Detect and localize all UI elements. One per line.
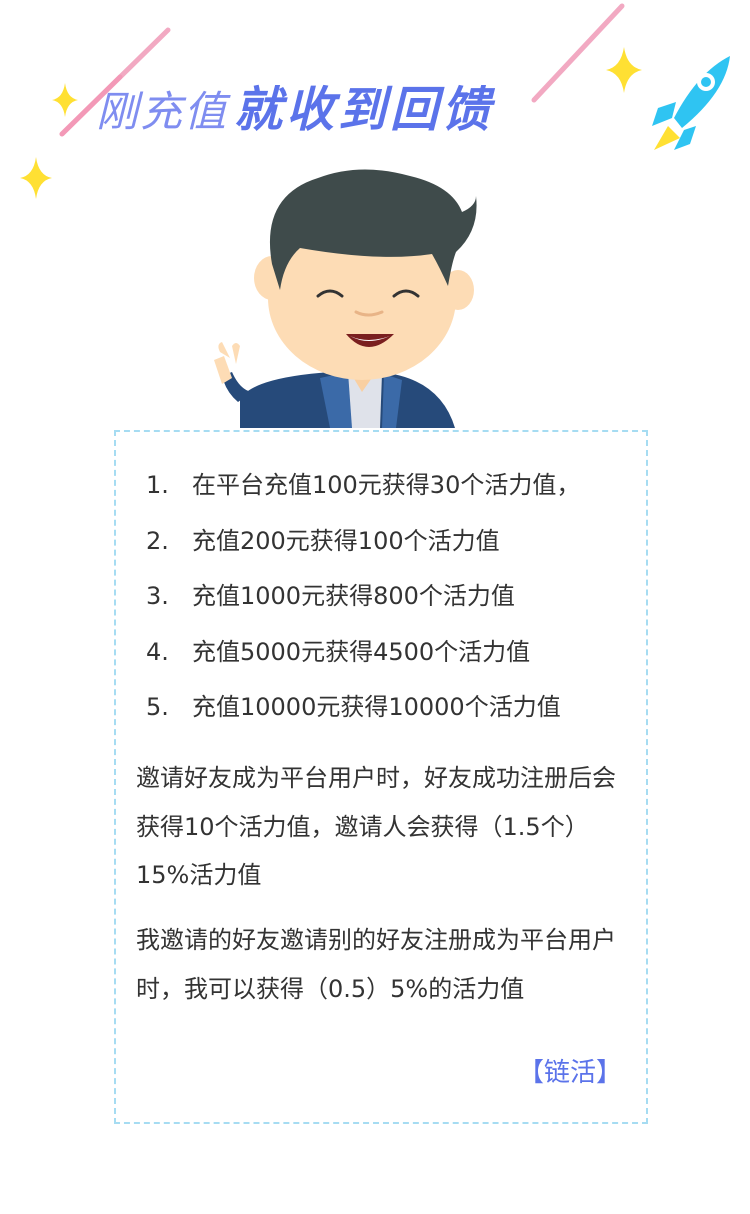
second-level-rule-text: 我邀请的好友邀请别的好友注册成为平台用户时，我可以获得（0.5）5%的活力值 bbox=[136, 926, 616, 1003]
list-item: 5. 充值10000元获得10000个活力值 bbox=[146, 692, 580, 748]
list-item-text: 充值5000元获得4500个活力值 bbox=[192, 637, 531, 666]
sparkle-icon bbox=[606, 47, 642, 93]
rocket-icon bbox=[652, 56, 730, 150]
list-item-text: 在平台充值100元获得30个活力值， bbox=[192, 471, 581, 499]
link-huo-link[interactable]: 【链活】 bbox=[518, 1052, 622, 1089]
list-item-number: 5. bbox=[146, 693, 169, 721]
title-bold: 就收到回馈 bbox=[234, 82, 495, 138]
cartoon-man-illustration bbox=[214, 169, 477, 428]
reward-list: 1. 在平台充值100元获得30个活力值， 2. 充值200元获得100个活力值 3… bbox=[146, 470, 580, 748]
sparkle-icon bbox=[20, 157, 52, 199]
title-light: 刚充值 bbox=[96, 87, 229, 136]
page-title: 刚充值 就收到回馈 bbox=[96, 86, 494, 134]
list-item-number: 3. bbox=[146, 582, 169, 610]
list-item-number: 4. bbox=[146, 637, 169, 666]
list-item-text: 充值10000元获得10000个活力值 bbox=[192, 693, 561, 721]
list-item-text: 充值200元获得100个活力值 bbox=[192, 526, 500, 555]
invite-rule-text: 邀请好友成为平台用户时，好友成功注册后会获得10个活力值，邀请人会获得（1.5个… bbox=[136, 764, 616, 889]
list-item-number: 2. bbox=[146, 526, 169, 555]
list-item-number: 1. bbox=[146, 471, 169, 499]
reward-rules-card: 1. 在平台充值100元获得30个活力值， 2. 充值200元获得100个活力值 3… bbox=[114, 430, 648, 1124]
list-item: 3. 充值1000元获得800个活力值 bbox=[146, 581, 580, 637]
list-item: 4. 充值5000元获得4500个活力值 bbox=[146, 637, 580, 693]
list-item-text: 充值1000元获得800个活力值 bbox=[192, 582, 515, 610]
list-item: 2. 充值200元获得100个活力值 bbox=[146, 526, 580, 582]
list-item: 1. 在平台充值100元获得30个活力值， bbox=[146, 470, 580, 526]
sparkle-icon bbox=[52, 83, 78, 117]
